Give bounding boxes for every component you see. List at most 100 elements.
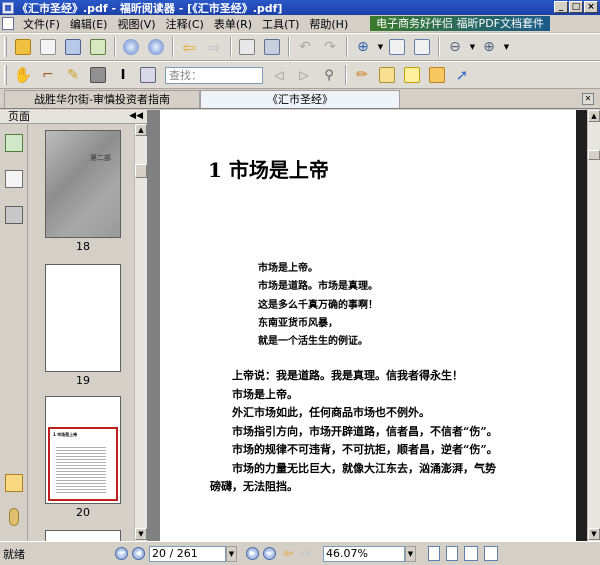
comments-icon[interactable] (5, 474, 23, 492)
prev-page-button[interactable] (119, 35, 143, 59)
pencil-button[interactable]: ✏ (350, 63, 374, 87)
document-scrollbar[interactable]: ▲ ▼ (587, 110, 600, 541)
toolbar-grip[interactable] (4, 37, 7, 57)
highlight-button[interactable]: ✎ (61, 63, 85, 87)
zoom-dropdown[interactable]: ▼ (405, 546, 416, 562)
title-bar: 《汇市圣经》.pdf - 福昕阅读器 - [《汇市圣经》.pdf] _ □ × (0, 0, 600, 15)
thumbnail-page-21[interactable] (45, 530, 121, 541)
first-page-button[interactable]: ⏮ (115, 547, 128, 560)
pdf-page[interactable]: 1 市场是上帝 市场是上帝。 市场是道路。市场是真理。 这是多么千真万确的事啊！… (160, 110, 576, 541)
continuous-facing-view-icon[interactable] (484, 546, 498, 561)
thumbnail-page-18[interactable]: 第二部 (45, 130, 121, 238)
next-page-button[interactable] (144, 35, 168, 59)
pages-icon[interactable] (5, 170, 23, 188)
menu-bar: 文件(F) 编辑(E) 视图(V) 注释(C) 表单(R) 工具(T) 帮助(H… (0, 15, 600, 33)
fit-page-button[interactable] (385, 35, 409, 59)
epigraph: 市场是上帝。 市场是道路。市场是真理。 这是多么千真万确的事啊！ 东南亚货币风暴… (258, 260, 378, 351)
continuous-view-icon[interactable] (446, 546, 458, 561)
menu-help[interactable]: 帮助(H) (304, 16, 353, 32)
paragraph: 市场指引方向，市场开辟道路，信者昌，不信者“伤”。 (232, 424, 498, 438)
thumbnail-page-19[interactable] (45, 264, 121, 372)
promo-banner[interactable]: 电子商务好伴侣 福昕PDF文档套件 (370, 16, 550, 31)
search-button[interactable]: ⚲ (317, 63, 341, 87)
tab-forex-bible[interactable]: 《汇市圣经》 (200, 90, 400, 108)
document-icon[interactable] (2, 17, 14, 30)
note-button[interactable] (375, 63, 399, 87)
scrollbar-thumb[interactable] (588, 150, 600, 160)
toolbar-grip[interactable] (4, 65, 7, 85)
next-view-icon[interactable]: ⇨ (301, 547, 314, 559)
email-button[interactable] (86, 35, 110, 59)
typewriter-button[interactable] (400, 63, 424, 87)
redo-button[interactable]: ↷ (318, 35, 342, 59)
back-button[interactable]: ⇦ (177, 35, 201, 59)
save-button[interactable] (36, 35, 60, 59)
thumbnail-page-20[interactable]: 1 市场是上帝 (45, 396, 121, 504)
text-select-button[interactable]: I (111, 63, 135, 87)
close-button[interactable]: × (584, 1, 598, 13)
page-dropdown[interactable]: ▼ (226, 546, 237, 562)
arrow-tool-button[interactable]: ➚ (450, 63, 474, 87)
last-page-button[interactable]: ⏭ (263, 547, 276, 560)
tab-close-button[interactable]: ✕ (582, 93, 594, 105)
copy-icon (239, 39, 255, 55)
image-select-button[interactable] (136, 63, 160, 87)
zoom-tool-dropdown[interactable]: ▼ (376, 43, 385, 51)
menu-tools[interactable]: 工具(T) (257, 16, 304, 32)
paste-button[interactable] (260, 35, 284, 59)
comment-button[interactable] (425, 63, 449, 87)
minimize-button[interactable]: _ (554, 1, 568, 13)
copy-button[interactable] (235, 35, 259, 59)
text-cursor-icon: I (120, 67, 126, 83)
zoom-out-button[interactable]: ⊖ (443, 35, 467, 59)
fit-width-icon (414, 39, 430, 55)
page-number-input[interactable]: 20 / 261 (149, 546, 226, 562)
forward-button[interactable]: ⇨ (202, 35, 226, 59)
thumbnails-scrollbar[interactable]: ▲ ▼ (134, 124, 147, 541)
previous-view-icon[interactable]: ⇦ (283, 547, 296, 559)
zoom-tool-button[interactable]: ⊕ (351, 35, 375, 59)
zoom-in-dropdown[interactable]: ▼ (502, 43, 511, 51)
attachment-icon[interactable] (9, 508, 19, 526)
scroll-down-arrow[interactable]: ▼ (588, 528, 600, 540)
snapshot-button[interactable] (86, 63, 110, 87)
single-page-view-icon[interactable] (428, 546, 440, 561)
thumbnail-label-19: 19 (76, 374, 90, 387)
scroll-down-arrow[interactable]: ▼ (135, 528, 147, 540)
print-button[interactable] (61, 35, 85, 59)
zoom-out-dropdown[interactable]: ▼ (468, 43, 477, 51)
undo-button[interactable]: ↶ (293, 35, 317, 59)
scroll-up-arrow[interactable]: ▲ (588, 110, 600, 122)
find-prev-button[interactable]: ◁ (267, 63, 291, 87)
hand-tool-button[interactable]: ✋ (11, 63, 35, 87)
layers-icon[interactable] (5, 206, 23, 224)
open-button[interactable] (11, 35, 35, 59)
scrollbar-thumb[interactable] (135, 164, 147, 178)
scroll-up-arrow[interactable]: ▲ (135, 124, 147, 136)
menu-form[interactable]: 表单(R) (209, 16, 257, 32)
find-next-button[interactable]: ▷ (292, 63, 316, 87)
collapse-panel-icon[interactable]: ◀◀ (129, 110, 143, 123)
email-icon (90, 39, 106, 55)
paste-icon (264, 39, 280, 55)
prev-page-status-button[interactable]: ◀ (132, 547, 145, 560)
thumbnail-label-20: 20 (76, 506, 90, 519)
menu-edit[interactable]: 编辑(E) (65, 16, 113, 32)
zoom-input[interactable]: 46.07% (323, 546, 405, 562)
fit-width-button[interactable] (410, 35, 434, 59)
redo-icon: ↷ (324, 39, 336, 55)
menu-comment[interactable]: 注释(C) (161, 16, 209, 32)
maximize-button[interactable]: □ (569, 1, 583, 13)
current-page-frame: 1 市场是上帝 (48, 427, 118, 501)
select-text-button[interactable]: ⌐ (36, 63, 60, 87)
zoom-in-button[interactable]: ⊕ (477, 35, 501, 59)
page-shadow (576, 110, 587, 541)
search-input[interactable]: 查找： (165, 66, 263, 84)
arrow-down-circle-icon (148, 39, 164, 55)
facing-view-icon[interactable] (464, 546, 478, 561)
menu-file[interactable]: 文件(F) (18, 16, 65, 32)
bookmarks-icon[interactable] (5, 134, 23, 152)
next-page-status-button[interactable]: ▶ (246, 547, 259, 560)
tab-wall-street[interactable]: 战胜华尔街-审慎投资者指南 (4, 90, 200, 108)
menu-view[interactable]: 视图(V) (112, 16, 160, 32)
